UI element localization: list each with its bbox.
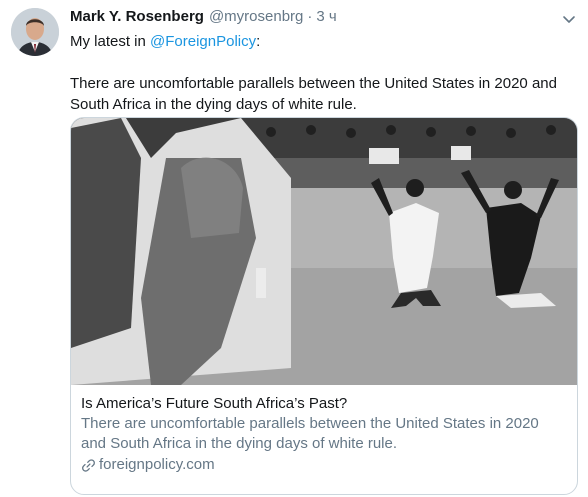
tweet-intro: My latest in @ForeignPolicy: bbox=[70, 31, 578, 52]
author-name[interactable]: Mark Y. Rosenberg bbox=[70, 8, 204, 25]
card-description: There are uncomfortable parallels betwee… bbox=[81, 415, 539, 452]
tweet-content: Mark Y. Rosenberg @myrosenbrg · 3 ч My l… bbox=[70, 8, 578, 495]
card-meta: Is America’s Future South Africa’s Past?… bbox=[71, 385, 577, 475]
avatar-photo bbox=[11, 8, 59, 56]
card-domain[interactable]: foreignpolicy.com bbox=[99, 455, 215, 475]
chevron-down-icon[interactable] bbox=[560, 10, 578, 28]
tweet-body: There are uncomfortable parallels betwee… bbox=[70, 75, 557, 113]
tweet-header: Mark Y. Rosenberg @myrosenbrg · 3 ч bbox=[70, 8, 578, 30]
card-photo bbox=[71, 118, 577, 385]
avatar[interactable] bbox=[11, 8, 59, 56]
card-domain-row: foreignpolicy.com bbox=[81, 455, 567, 475]
link-card[interactable]: Is America’s Future South Africa’s Past?… bbox=[70, 117, 578, 495]
separator-dot: · bbox=[307, 8, 313, 25]
mention-link[interactable]: @ForeignPolicy bbox=[150, 33, 256, 50]
tweet[interactable]: Mark Y. Rosenberg @myrosenbrg · 3 ч My l… bbox=[0, 0, 588, 497]
intro-text: My latest in bbox=[70, 33, 151, 50]
card-title: Is America’s Future South Africa’s Past? bbox=[81, 395, 348, 412]
timestamp[interactable]: 3 ч bbox=[316, 8, 336, 25]
link-icon bbox=[82, 458, 95, 472]
author-handle[interactable]: @myrosenbrg bbox=[209, 8, 303, 25]
intro-suffix: : bbox=[256, 33, 261, 50]
